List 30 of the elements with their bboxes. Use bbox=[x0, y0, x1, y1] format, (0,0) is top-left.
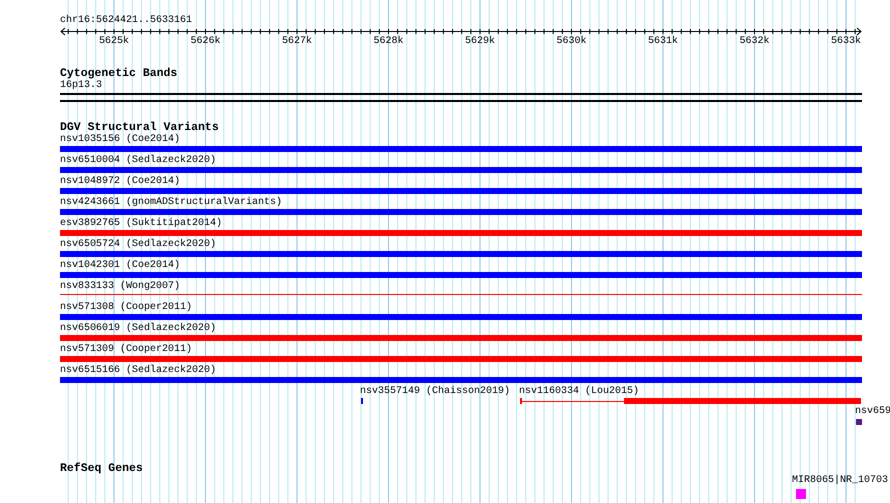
location-label: chr16:5624421..5633161 bbox=[60, 15, 192, 27]
variant-label: nsv833133 (Wong2007) bbox=[60, 281, 180, 293]
variant-label: esv3892765 (Suktitipat2014) bbox=[60, 218, 222, 230]
tick-label: 5632k bbox=[740, 36, 770, 48]
variant-label: nsv1048972 (Coe2014) bbox=[60, 176, 180, 188]
tick-label: 5629k bbox=[465, 36, 495, 48]
variant-label: nsv1160334 (Lou2015) bbox=[519, 386, 640, 398]
track-title: RefSeq Genes bbox=[60, 463, 143, 475]
variant-label: nsv571309 (Cooper2011) bbox=[60, 344, 192, 356]
variant-label: nsv6515166 (Sedlazeck2020) bbox=[60, 365, 216, 377]
tick-label: 5626k bbox=[190, 36, 220, 48]
band-label: 16p13.3 bbox=[60, 80, 102, 92]
gene-label: MIR8065|NR_10703 bbox=[792, 475, 888, 487]
tick-label: 5628k bbox=[374, 36, 404, 48]
track-title: Cytogenetic Bands bbox=[60, 68, 178, 80]
variant-label: nsv1042301 (Coe2014) bbox=[60, 260, 180, 272]
tick-label: 5630k bbox=[556, 36, 586, 48]
variant-label: nsv6506019 (Sedlazeck2020) bbox=[60, 323, 216, 335]
tick-label: 5631k bbox=[648, 36, 678, 48]
variant-label: nsv6505724 (Sedlazeck2020) bbox=[60, 239, 216, 251]
tick-label: 5633k bbox=[831, 36, 861, 48]
variant-label: nsv6510004 (Sedlazeck2020) bbox=[60, 155, 216, 167]
tick-label: 5625k bbox=[99, 36, 129, 48]
variant-label: nsv3557149 (Chaisson2019) bbox=[360, 386, 510, 398]
variant-label: nsv571308 (Cooper2011) bbox=[60, 302, 192, 314]
track-title: DGV Structural Variants bbox=[60, 122, 219, 134]
variant-label: nsv1035156 (Coe2014) bbox=[60, 134, 180, 146]
variant-label: nsv659 bbox=[855, 406, 890, 418]
tick-label: 5627k bbox=[282, 36, 312, 48]
variant-label: nsv4243661 (gnomADStructuralVariants) bbox=[60, 197, 282, 209]
